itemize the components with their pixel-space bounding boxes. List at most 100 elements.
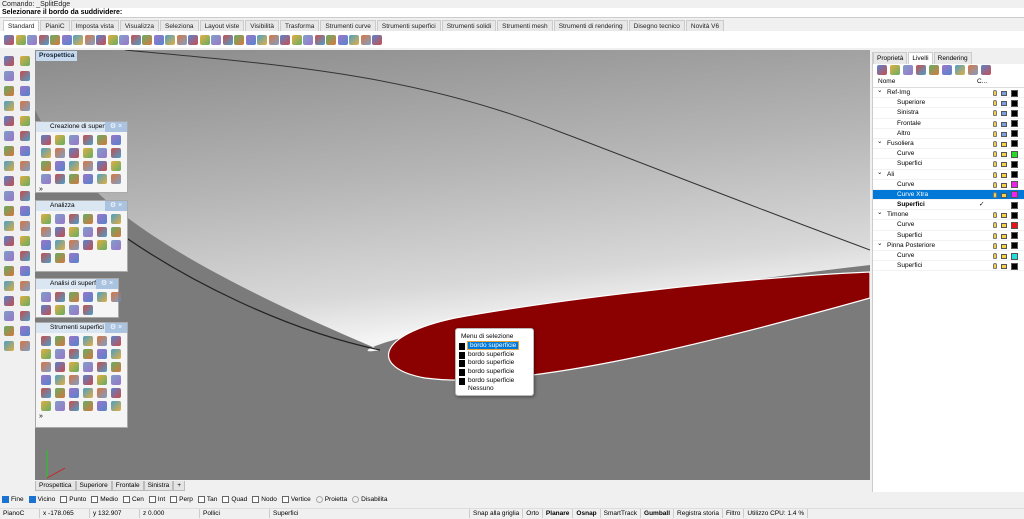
tab-7[interactable]: Trasforma bbox=[279, 20, 320, 31]
surface-tool-icon[interactable] bbox=[111, 135, 121, 145]
undo-icon[interactable] bbox=[96, 34, 106, 45]
layer-color-swatch[interactable] bbox=[1011, 252, 1018, 260]
surface-tool-icon[interactable] bbox=[55, 401, 65, 411]
tool-icon[interactable] bbox=[20, 161, 30, 171]
layer-color-swatch[interactable] bbox=[1011, 140, 1018, 148]
layer-color-swatch[interactable] bbox=[1011, 160, 1018, 168]
surface-tool-icon[interactable] bbox=[111, 401, 121, 411]
tab-11[interactable]: Strumenti mesh bbox=[497, 20, 553, 31]
panel-tab-0[interactable]: Proprietà bbox=[873, 52, 908, 64]
layer-row[interactable]: Sinistra bbox=[873, 108, 1024, 119]
command-prompt[interactable]: Selezionare il bordo da suddividere: bbox=[0, 8, 1024, 18]
surface-tool-icon[interactable] bbox=[83, 240, 93, 250]
unlocked-icon[interactable] bbox=[1001, 182, 1007, 188]
import-icon[interactable] bbox=[50, 34, 60, 45]
palette-settings-close-icon[interactable]: ⚙ × bbox=[105, 201, 127, 211]
locked-icon[interactable] bbox=[1001, 101, 1007, 107]
surface-tool-icon[interactable] bbox=[97, 375, 107, 385]
tab-2[interactable]: Imposta vista bbox=[70, 20, 119, 31]
zoom-selected-icon[interactable] bbox=[165, 34, 175, 45]
surface-tool-icon[interactable] bbox=[55, 174, 65, 184]
visibility-bulb-icon[interactable] bbox=[993, 253, 997, 259]
surface-tool-icon[interactable] bbox=[41, 161, 51, 171]
tool-icon[interactable] bbox=[4, 206, 14, 216]
layer-row[interactable]: Curve bbox=[873, 180, 1024, 190]
checkbox[interactable] bbox=[148, 496, 156, 503]
globe-icon[interactable] bbox=[314, 34, 325, 45]
surface-tool-icon[interactable] bbox=[41, 336, 51, 346]
checkbox[interactable] bbox=[2, 496, 9, 503]
visibility-bulb-icon[interactable] bbox=[993, 191, 997, 198]
visibility-bulb-icon[interactable] bbox=[993, 151, 997, 158]
unlocked-icon[interactable] bbox=[1001, 233, 1007, 239]
osnap-vicino[interactable]: Vicino bbox=[28, 496, 55, 503]
status-toggle[interactable]: Filtro bbox=[723, 509, 745, 518]
layer-color-swatch[interactable] bbox=[1011, 232, 1018, 240]
color-wheel-icon[interactable] bbox=[280, 34, 290, 45]
panel-tab-2[interactable]: Rendering bbox=[933, 52, 972, 64]
layer-row[interactable]: Superiore bbox=[873, 98, 1024, 109]
selection-item[interactable]: bordo superficie bbox=[459, 368, 530, 377]
surface-tool-icon[interactable] bbox=[83, 349, 93, 359]
tool-icon[interactable] bbox=[20, 101, 30, 111]
surface-tool-icon[interactable] bbox=[83, 227, 93, 237]
zoom-window-icon[interactable] bbox=[142, 34, 152, 45]
visibility-bulb-icon[interactable] bbox=[993, 140, 997, 147]
viewport-tab-3[interactable]: Sinistra bbox=[143, 481, 174, 491]
surface-tool-icon[interactable] bbox=[41, 388, 51, 398]
locked-icon[interactable] bbox=[1001, 91, 1007, 96]
surface-tool-icon[interactable] bbox=[69, 336, 79, 346]
layout-icon[interactable] bbox=[349, 34, 359, 45]
status-cplane[interactable]: PianoC bbox=[0, 509, 40, 518]
expand-chevron-icon[interactable]: ⌄ bbox=[877, 137, 882, 147]
osnap-tan[interactable]: Tan bbox=[197, 496, 217, 503]
tool-icon[interactable] bbox=[20, 341, 30, 351]
layer-row[interactable]: ⌄ Timone bbox=[873, 209, 1024, 221]
status-toggle[interactable]: Osnap bbox=[573, 509, 601, 518]
tool-icon[interactable] bbox=[20, 206, 30, 216]
rotate-view-icon[interactable] bbox=[176, 34, 187, 45]
hide-icon[interactable] bbox=[326, 34, 336, 45]
layer-color-swatch[interactable] bbox=[1011, 120, 1018, 128]
construction-plane-icon[interactable] bbox=[199, 34, 210, 45]
surface-tool-icon[interactable] bbox=[69, 227, 79, 237]
tools-icon[interactable] bbox=[968, 65, 978, 75]
osnap-vertice[interactable]: Vertice bbox=[281, 496, 311, 503]
surface-tool-icon[interactable] bbox=[69, 253, 79, 263]
surface-tool-icon[interactable] bbox=[111, 214, 121, 224]
tool-icon[interactable] bbox=[4, 281, 14, 291]
filter-icon[interactable] bbox=[955, 65, 965, 75]
surface-tool-icon[interactable] bbox=[83, 161, 93, 171]
surface-tool-icon[interactable] bbox=[41, 174, 51, 184]
layer-color-swatch[interactable] bbox=[1011, 150, 1018, 158]
surface-tool-icon[interactable] bbox=[111, 227, 121, 237]
layer-row[interactable]: Altro bbox=[873, 129, 1024, 139]
tab-1[interactable]: PianiC bbox=[40, 20, 70, 31]
layer-color-swatch[interactable] bbox=[1011, 109, 1018, 117]
surface-tool-icon[interactable] bbox=[55, 135, 65, 145]
selection-item[interactable]: bordo superficie bbox=[459, 359, 530, 368]
panel-tab-1[interactable]: Livelli bbox=[908, 52, 933, 64]
surface-tool-icon[interactable] bbox=[55, 161, 65, 171]
osnap-radio-1[interactable]: Disabilita bbox=[352, 496, 387, 503]
zoom-in-icon[interactable] bbox=[130, 34, 141, 45]
surface-tool-icon[interactable] bbox=[83, 362, 93, 372]
unlocked-icon[interactable] bbox=[1001, 243, 1007, 249]
lock-icon[interactable] bbox=[257, 34, 267, 45]
selection-item[interactable]: bordo superficie bbox=[459, 351, 530, 360]
delete-icon[interactable] bbox=[903, 65, 913, 75]
layer-color-swatch[interactable] bbox=[1011, 99, 1018, 107]
rendered-icon[interactable] bbox=[303, 34, 313, 45]
tab-9[interactable]: Strumenti superfici bbox=[376, 20, 441, 31]
surface-tool-icon[interactable] bbox=[69, 161, 79, 171]
layer-row[interactable]: Curve bbox=[873, 220, 1024, 231]
tab-8[interactable]: Strumenti curve bbox=[320, 20, 376, 31]
surface-tool-icon[interactable] bbox=[83, 135, 93, 145]
surface-tool-icon[interactable] bbox=[69, 401, 79, 411]
tool-icon[interactable] bbox=[20, 131, 30, 141]
layer-color-swatch[interactable] bbox=[1011, 242, 1018, 250]
expand-chevron-icon[interactable]: ⌄ bbox=[877, 239, 882, 249]
layer-row[interactable]: Curve bbox=[873, 149, 1024, 160]
layer-row[interactable]: Superfici bbox=[873, 159, 1024, 170]
copy-icon[interactable] bbox=[73, 34, 83, 45]
